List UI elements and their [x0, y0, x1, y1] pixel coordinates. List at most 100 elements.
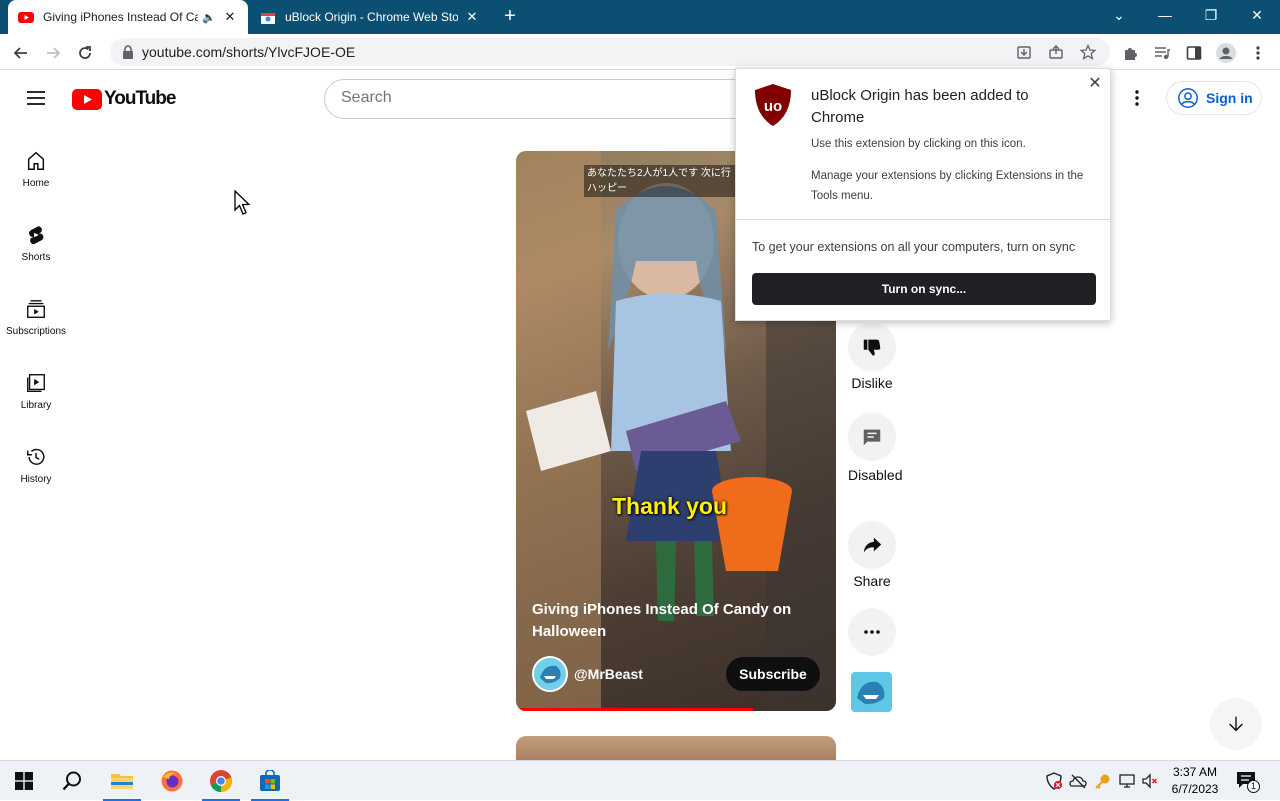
library-icon	[27, 374, 45, 392]
firefox-button[interactable]	[148, 761, 196, 801]
subscribe-button[interactable]: Subscribe	[726, 657, 820, 691]
comments-label: Disabled	[848, 467, 903, 483]
extension-installed-bubble: uo uBlock Origin has been added to Chrom…	[735, 68, 1111, 321]
comments-button[interactable]: Disabled	[848, 413, 902, 485]
search-input[interactable]	[341, 89, 741, 107]
popup-divider	[736, 219, 1110, 220]
popup-manage-text: Manage your extensions by clicking Exten…	[811, 170, 1084, 202]
guide-item-history[interactable]: History	[0, 436, 72, 506]
kebab-menu-icon	[1256, 46, 1260, 60]
guide-label: History	[20, 474, 52, 485]
shorts-icon	[29, 226, 44, 245]
comments-circle	[848, 413, 896, 461]
store-icon	[260, 770, 280, 791]
chrome-taskbar-button[interactable]	[197, 761, 245, 801]
guide-menu-button[interactable]	[24, 86, 48, 110]
dislike-label: Dislike	[851, 375, 893, 391]
more-actions-button[interactable]	[848, 608, 896, 660]
firefox-icon	[161, 770, 183, 792]
close-popup-icon[interactable]: ✕	[1086, 73, 1104, 92]
lock-icon[interactable]	[120, 44, 136, 60]
side-panel-button[interactable]	[1181, 40, 1207, 66]
folder-icon	[111, 774, 133, 789]
video-title[interactable]: Giving iPhones Instead Of Candy on Hallo…	[532, 599, 812, 643]
reload-button[interactable]	[72, 40, 98, 66]
system-clock[interactable]: 3:37 AM 6/7/2023	[1162, 764, 1228, 798]
audio-playing-icon[interactable]: 🔈	[202, 11, 216, 24]
next-video-button[interactable]	[1210, 698, 1262, 750]
action-center-button[interactable]: 1	[1236, 771, 1260, 793]
comment-icon	[863, 429, 881, 446]
logo-text: YouTube	[104, 88, 176, 109]
guide-item-library[interactable]: Library	[0, 362, 72, 432]
clock-date: 6/7/2023	[1171, 782, 1219, 796]
share-button[interactable]: Share	[848, 521, 896, 589]
share-label: Share	[853, 573, 891, 589]
youtube-logo-icon	[72, 88, 102, 110]
profile-button[interactable]	[1213, 40, 1239, 66]
chrome-icon	[210, 770, 233, 792]
search-taskbar-button[interactable]	[48, 761, 96, 801]
video-caption: Thank you	[612, 493, 728, 519]
forward-arrow-icon	[47, 47, 61, 59]
youtube-logo[interactable]: YouTube	[72, 87, 176, 111]
install-app-icon[interactable]	[1016, 44, 1032, 60]
mouse-cursor-icon	[234, 190, 251, 215]
video-progress-bar[interactable]	[516, 708, 753, 711]
more-horizontal-icon	[864, 630, 880, 634]
media-queue-icon	[1155, 47, 1170, 60]
channel-name[interactable]: @MrBeast	[574, 666, 643, 682]
start-button[interactable]	[0, 761, 48, 801]
browser-toolbar: youtube.com/shorts/YlvcFJOE-OE	[0, 34, 1280, 70]
close-tab-icon[interactable]: ✕	[222, 9, 238, 25]
store-button[interactable]	[246, 761, 294, 801]
home-icon	[27, 151, 45, 170]
extensions-button[interactable]	[1117, 40, 1143, 66]
forward-button[interactable]	[40, 40, 66, 66]
channel-avatar[interactable]	[532, 656, 568, 692]
tab-chrome-web-store[interactable]: uBlock Origin - Chrome Web Store ✕	[250, 0, 490, 34]
turn-on-sync-button[interactable]: Turn on sync...	[752, 273, 1096, 305]
side-panel-icon	[1186, 46, 1202, 60]
sound-thumbnail[interactable]	[851, 672, 892, 712]
restore-button[interactable]: ❐	[1188, 0, 1234, 34]
onedrive-icon[interactable]	[1069, 772, 1087, 790]
media-control-button[interactable]	[1149, 40, 1175, 66]
subscriptions-icon	[27, 300, 45, 318]
guide-item-home[interactable]: Home	[0, 140, 72, 210]
back-button[interactable]	[8, 40, 34, 66]
new-tab-button[interactable]: +	[498, 5, 522, 29]
sign-in-button[interactable]: Sign in	[1166, 81, 1262, 115]
share-page-icon[interactable]	[1048, 44, 1064, 60]
security-shield-icon[interactable]	[1045, 772, 1063, 790]
history-icon	[27, 448, 45, 465]
guide-item-subscriptions[interactable]: Subscriptions	[0, 288, 72, 358]
bookmark-star-icon[interactable]	[1080, 44, 1096, 60]
network-icon[interactable]	[1118, 772, 1136, 790]
sign-in-label: Sign in	[1206, 90, 1253, 106]
more-circle	[848, 608, 896, 656]
close-tab-icon[interactable]: ✕	[464, 9, 480, 25]
guide-item-shorts[interactable]: Shorts	[0, 214, 72, 284]
guide-label: Shorts	[21, 252, 51, 263]
reload-icon	[79, 46, 91, 59]
dislike-circle	[848, 323, 896, 371]
clock-time: 3:37 AM	[1172, 765, 1218, 779]
close-window-button[interactable]: ✕	[1234, 0, 1280, 34]
tab-search-icon[interactable]: ⌄	[1096, 0, 1142, 34]
dislike-button[interactable]: Dislike	[848, 323, 896, 391]
volume-muted-icon[interactable]	[1141, 772, 1159, 790]
thumbs-down-icon	[863, 339, 881, 356]
chrome-menu-button[interactable]	[1245, 40, 1271, 66]
minimize-button[interactable]: —	[1142, 0, 1188, 34]
address-bar[interactable]: youtube.com/shorts/YlvcFJOE-OE	[110, 38, 1110, 66]
file-explorer-button[interactable]	[98, 761, 146, 801]
key-icon[interactable]	[1094, 772, 1112, 790]
hamburger-icon	[27, 91, 45, 105]
settings-menu-button[interactable]	[1125, 86, 1149, 110]
share-circle	[848, 521, 896, 569]
mrbeast-logo-icon	[540, 665, 561, 684]
url-text[interactable]: youtube.com/shorts/YlvcFJOE-OE	[142, 44, 355, 60]
tab-youtube[interactable]: Giving iPhones Instead Of Candy on Hallo…	[8, 0, 248, 34]
popup-heading: uBlock Origin has been added to Chrome	[811, 87, 1029, 126]
